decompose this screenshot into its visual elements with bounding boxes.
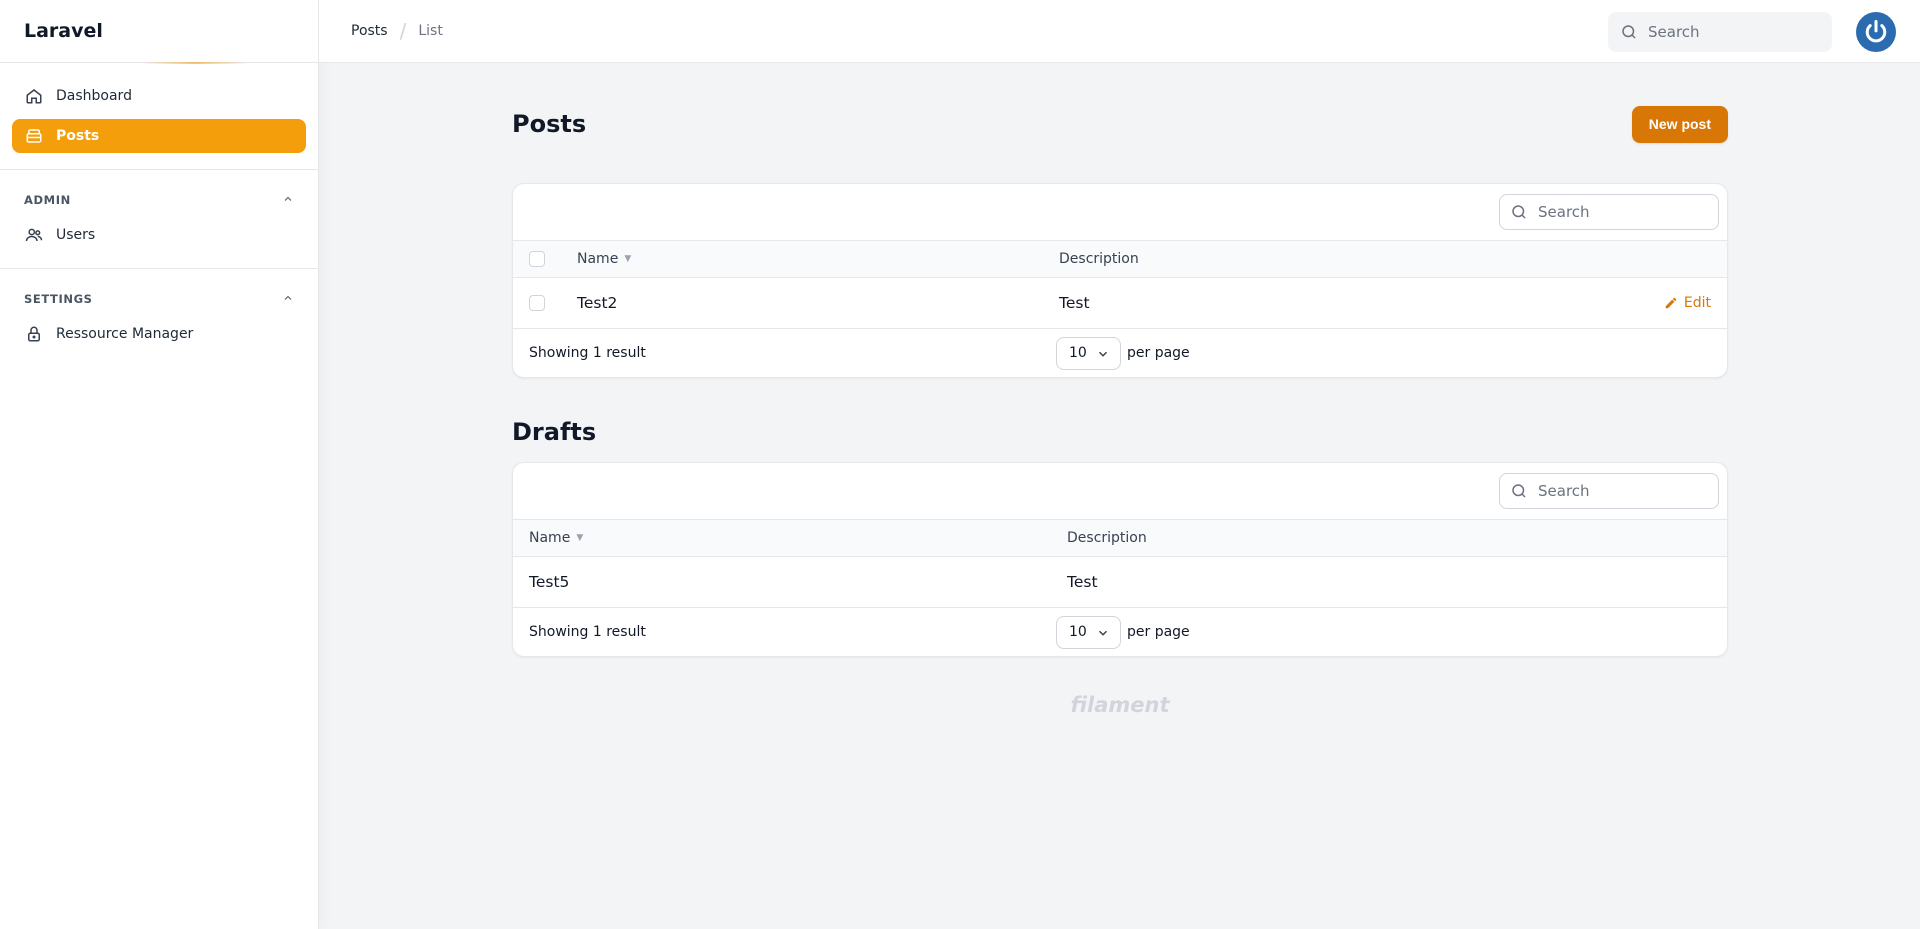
breadcrumb-posts[interactable]: Posts	[351, 23, 388, 39]
group-admin-toggle[interactable]: ADMIN	[12, 186, 306, 214]
per-page-label: per page	[1127, 624, 1190, 640]
search-placeholder: Search	[1538, 203, 1590, 221]
per-page-control: 10 per page	[1056, 615, 1190, 649]
search-placeholder: Search	[1648, 23, 1700, 41]
brand-underline	[140, 62, 250, 64]
table-toolbar: Search	[513, 184, 1727, 241]
breadcrumb-list[interactable]: List	[418, 23, 442, 39]
new-post-button[interactable]: New post	[1631, 105, 1728, 143]
table-toolbar: Search	[513, 463, 1727, 520]
table-search-input[interactable]: Search	[1499, 473, 1719, 509]
per-page-value: 10	[1069, 345, 1087, 361]
edit-label: Edit	[1683, 295, 1711, 311]
sidebar-item-label: Dashboard	[56, 88, 132, 104]
chevron-up-icon	[282, 292, 294, 307]
app-brand[interactable]: Laravel	[0, 0, 318, 63]
group-settings-toggle[interactable]: SETTINGS	[12, 285, 306, 313]
lock-icon	[24, 324, 44, 344]
search-icon	[1510, 482, 1528, 500]
sidebar-nav: Dashboard Posts	[0, 63, 318, 153]
sidebar-item-label: Ressource Manager	[56, 326, 194, 342]
column-description-header: Description	[1067, 530, 1147, 546]
sidebar-item-posts[interactable]: Posts	[12, 119, 306, 153]
per-page-value: 10	[1069, 624, 1087, 640]
sidebar: Laravel Dashboard Posts ADMIN Users SETT…	[0, 0, 319, 929]
table-header: Name ▼ Description	[513, 241, 1727, 278]
page-header: Posts New post	[512, 103, 1728, 145]
column-description-header: Description	[1059, 251, 1139, 267]
home-icon	[24, 86, 44, 106]
sidebar-item-ressource-manager[interactable]: Ressource Manager	[12, 317, 306, 351]
chevron-up-icon	[282, 193, 294, 208]
divider	[0, 268, 318, 269]
sidebar-item-users[interactable]: Users	[12, 218, 306, 252]
sidebar-item-dashboard[interactable]: Dashboard	[12, 79, 306, 113]
topbar: Posts / List Search	[319, 0, 1920, 63]
search-icon	[1620, 23, 1638, 41]
users-icon	[24, 225, 44, 245]
main-content: Posts New post Search Name ▼ Description…	[512, 63, 1728, 717]
per-page-select[interactable]: 10	[1056, 615, 1121, 649]
chevron-down-icon	[1096, 347, 1110, 361]
global-search-input[interactable]: Search	[1608, 12, 1832, 52]
cell-name: Test5	[529, 573, 570, 591]
per-page-select[interactable]: 10	[1056, 336, 1121, 370]
column-name-header[interactable]: Name ▼	[513, 530, 1067, 546]
per-page-label: per page	[1127, 345, 1190, 361]
column-label: Name	[577, 251, 619, 267]
footer-brand[interactable]: filament	[512, 693, 1728, 717]
pencil-icon	[1664, 296, 1678, 310]
search-icon	[1510, 203, 1528, 221]
result-summary: Showing 1 result	[529, 624, 646, 640]
edit-link[interactable]: Edit	[1664, 295, 1711, 311]
select-all-checkbox[interactable]	[529, 251, 545, 267]
table-header: Name ▼ Description	[513, 520, 1727, 557]
page-title: Posts	[512, 110, 587, 138]
archive-icon	[24, 126, 44, 146]
column-label: Name	[529, 530, 571, 546]
search-placeholder: Search	[1538, 482, 1590, 500]
table-footer: Showing 1 result 10 per page	[513, 608, 1727, 656]
per-page-control: 10 per page	[1056, 336, 1190, 370]
cell-description: Test	[1067, 573, 1098, 591]
cell-description: Test	[1059, 294, 1090, 312]
divider	[0, 169, 318, 170]
chevron-down-icon	[1096, 626, 1110, 640]
sort-icon: ▼	[576, 533, 584, 543]
result-summary: Showing 1 result	[529, 345, 646, 361]
sidebar-item-label: Users	[56, 227, 96, 243]
group-label: SETTINGS	[24, 292, 93, 306]
avatar[interactable]	[1856, 12, 1896, 52]
drafts-title: Drafts	[512, 418, 597, 446]
table-row[interactable]: Test2 Test Edit	[513, 278, 1727, 329]
cell-name: Test2	[577, 294, 618, 312]
breadcrumb-separator: /	[399, 19, 407, 43]
sidebar-item-label: Posts	[56, 128, 100, 144]
column-name-header[interactable]: Name ▼	[577, 251, 1059, 267]
table-footer: Showing 1 result 10 per page	[513, 329, 1727, 377]
sort-icon: ▼	[624, 254, 632, 264]
group-label: ADMIN	[24, 193, 71, 207]
drafts-table: Search Name ▼ Description Test5 Test Sho…	[512, 462, 1728, 657]
table-row[interactable]: Test5 Test	[513, 557, 1727, 608]
row-checkbox[interactable]	[529, 295, 545, 311]
posts-table: Search Name ▼ Description Test2 Test Edi…	[512, 183, 1728, 378]
table-search-input[interactable]: Search	[1499, 194, 1719, 230]
